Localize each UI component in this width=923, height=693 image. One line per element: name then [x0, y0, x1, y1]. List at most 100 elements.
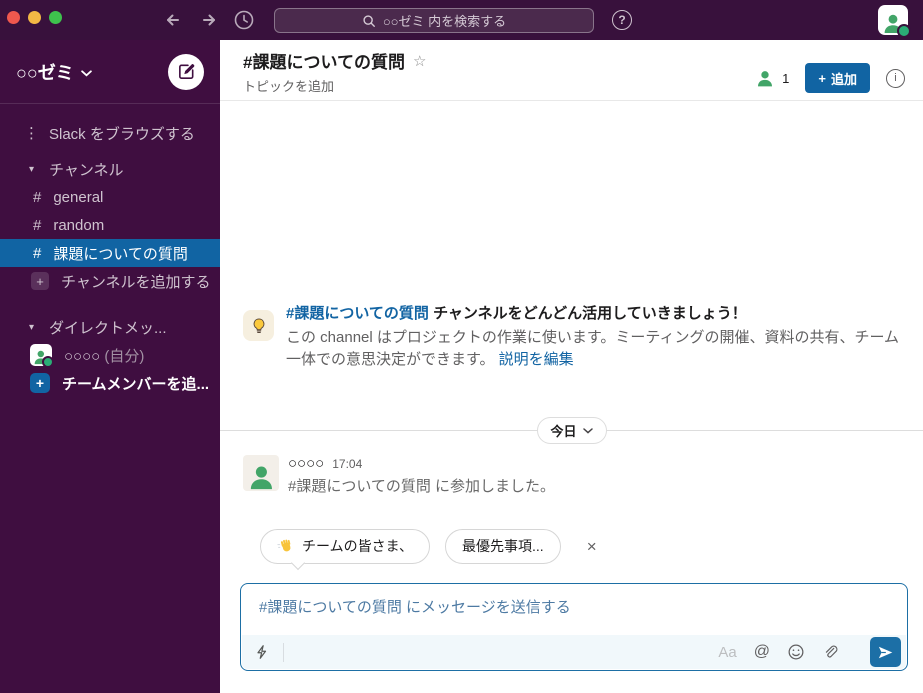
presence-dot: [897, 24, 911, 38]
hash-icon: #: [33, 244, 42, 262]
sidebar-item-channel-general[interactable]: # general: [0, 183, 220, 211]
tip-body: この channel はプロジェクトの作業に使います。ミーティングの開催、資料の…: [286, 327, 914, 371]
tip-channel-link[interactable]: #課題についての質問: [286, 305, 429, 322]
star-channel-icon[interactable]: ☆: [413, 52, 426, 70]
workspace-menu-button[interactable]: ○○ゼミ: [16, 59, 92, 85]
history-back-icon[interactable]: [162, 9, 184, 31]
mention-button[interactable]: @: [754, 643, 770, 661]
format-toggle-button[interactable]: Aa: [718, 644, 736, 661]
attach-paperclip-icon[interactable]: [822, 644, 839, 661]
channels-section-header[interactable]: ▾ チャンネル: [0, 155, 220, 183]
help-glyph: ?: [618, 13, 626, 27]
dm-user-avatar: [30, 344, 54, 368]
add-channel-label: チャンネルを追加する: [61, 273, 211, 291]
channel-details-icon[interactable]: i: [886, 68, 905, 88]
close-suggestions-icon[interactable]: ×: [587, 538, 597, 555]
shortcuts-lightning-icon[interactable]: [255, 644, 270, 660]
add-people-button[interactable]: + 追加: [805, 63, 870, 93]
history-clock-icon[interactable]: [233, 9, 255, 31]
browse-label: Slack をブラウズする: [49, 125, 195, 143]
presence-dot: [42, 356, 54, 368]
sidebar-item-channel-random[interactable]: # random: [0, 211, 220, 239]
channel-header-left: #課題についての質問 ☆ トピックを追加: [243, 48, 426, 100]
workspace-name: ○○ゼミ: [16, 62, 74, 83]
member-list-button[interactable]: 1: [755, 68, 789, 88]
sidebar-item-browse-slack[interactable]: ⋮ Slack をブラウズする: [0, 119, 220, 147]
more-dots-icon: ⋮: [24, 125, 39, 142]
hash-icon: #: [33, 216, 42, 234]
message-author[interactable]: ○○○○: [288, 455, 324, 472]
message-composer[interactable]: #課題についての質問 にメッセージを送信する Aa @: [240, 583, 908, 671]
suggestion-chips: チームの皆さま、 最優先事項... ×: [260, 528, 597, 571]
search-input[interactable]: ○○ゼミ 内を検索する: [274, 8, 594, 33]
add-channel-button[interactable]: + チャンネルを追加する: [0, 267, 220, 295]
sidebar-item-dm-self[interactable]: ○○○○ (自分): [0, 341, 220, 369]
date-label: 今日: [550, 424, 577, 439]
tip-headline-text: チャンネルをどんどん活用していきましょう！: [428, 305, 747, 322]
message-avatar[interactable]: [243, 455, 279, 491]
close-window-button[interactable]: [7, 11, 20, 24]
compose-icon: [178, 63, 194, 79]
plus-icon: +: [30, 373, 50, 393]
plus-icon: +: [31, 272, 49, 290]
dm-self-note: (自分): [104, 347, 145, 365]
channel-label: random: [53, 216, 105, 234]
sidebar: ○○ゼミ ⋮ Slack をブラウズする ▾ チャンネル # general #…: [0, 40, 220, 693]
minimize-window-button[interactable]: [28, 11, 41, 24]
plus-icon: +: [818, 70, 826, 86]
channel-title-button[interactable]: #課題についての質問 ☆: [243, 48, 426, 73]
channel-label: general: [53, 188, 104, 206]
add-topic-button[interactable]: トピックを追加: [243, 76, 426, 95]
edit-description-link[interactable]: 説明を編集: [499, 351, 574, 368]
new-message-button[interactable]: [168, 53, 204, 90]
wave-hand-icon: [277, 539, 291, 551]
channel-tip-message: #課題についての質問 チャンネルをどんどん活用していきましょう！ この chan…: [243, 303, 914, 371]
tip-text: #課題についての質問 チャンネルをどんどん活用していきましょう！ この chan…: [286, 303, 914, 371]
member-person-icon: [758, 71, 773, 87]
search-icon: [362, 14, 376, 28]
send-plane-icon: [878, 646, 893, 658]
section-collapse-icon: ▾: [28, 163, 35, 175]
toolbar-divider: [283, 642, 284, 662]
send-button[interactable]: [870, 637, 901, 667]
add-teammate-button[interactable]: + チームメンバーを追...: [0, 369, 220, 397]
suggestion-chip-greeting[interactable]: チームの皆さま、: [260, 528, 431, 571]
message-timestamp[interactable]: 17:04: [332, 457, 362, 471]
add-people-label: 追加: [830, 71, 857, 87]
message-content: ○○○○ 17:04 #課題についての質問 に参加しました。: [288, 455, 555, 496]
window-titlebar: ○○ゼミ 内を検索する ?: [0, 0, 923, 40]
dm-section-header[interactable]: ▾ ダイレクトメッ...: [0, 313, 220, 341]
date-pill-button[interactable]: 今日: [536, 417, 607, 444]
channel-header: #課題についての質問 ☆ トピックを追加 1 + 追加 i: [220, 40, 923, 101]
emoji-icon[interactable]: [787, 643, 805, 661]
help-icon[interactable]: ?: [612, 10, 632, 30]
section-collapse-icon: ▾: [28, 321, 35, 333]
composer-toolbar-right: Aa @: [718, 637, 901, 667]
channel-title: #課題についての質問: [243, 53, 405, 72]
user-avatar[interactable]: [878, 5, 911, 38]
channels-section-label: チャンネル: [49, 161, 124, 179]
tip-body-text: この channel はプロジェクトの作業に使います。ミーティングの開催、資料の…: [286, 329, 900, 368]
composer-toolbar: Aa @: [242, 635, 906, 669]
composer-placeholder[interactable]: #課題についての質問 にメッセージを送信する: [259, 596, 571, 617]
zoom-window-button[interactable]: [49, 11, 62, 24]
search-placeholder: ○○ゼミ 内を検索する: [382, 14, 507, 29]
lightbulb-icon: [243, 310, 274, 341]
message-text: #課題についての質問 に参加しました。: [288, 478, 556, 495]
chevron-down-icon: [582, 427, 593, 434]
sidebar-nav: ⋮ Slack をブラウズする ▾ チャンネル # general # rand…: [0, 104, 220, 397]
suggestion-chip-priority[interactable]: 最優先事項...: [445, 528, 561, 564]
message-row: ○○○○ 17:04 #課題についての質問 に参加しました。: [243, 455, 555, 496]
chip-label: 最優先事項...: [462, 538, 544, 554]
person-icon: [250, 466, 272, 490]
history-forward-icon[interactable]: [198, 9, 220, 31]
dm-section-label: ダイレクトメッ...: [49, 319, 167, 337]
channel-label: 課題についての質問: [53, 245, 188, 263]
message-head: ○○○○ 17:04: [288, 455, 555, 472]
chip-tail: [290, 555, 306, 571]
add-teammate-label: チームメンバーを追...: [62, 375, 210, 393]
channel-header-right: 1 + 追加 i: [755, 48, 905, 100]
chip-label: チームの皆さま、: [302, 538, 414, 554]
info-glyph: i: [894, 72, 897, 84]
sidebar-item-channel-questions-selected[interactable]: # 課題についての質問: [0, 239, 220, 267]
